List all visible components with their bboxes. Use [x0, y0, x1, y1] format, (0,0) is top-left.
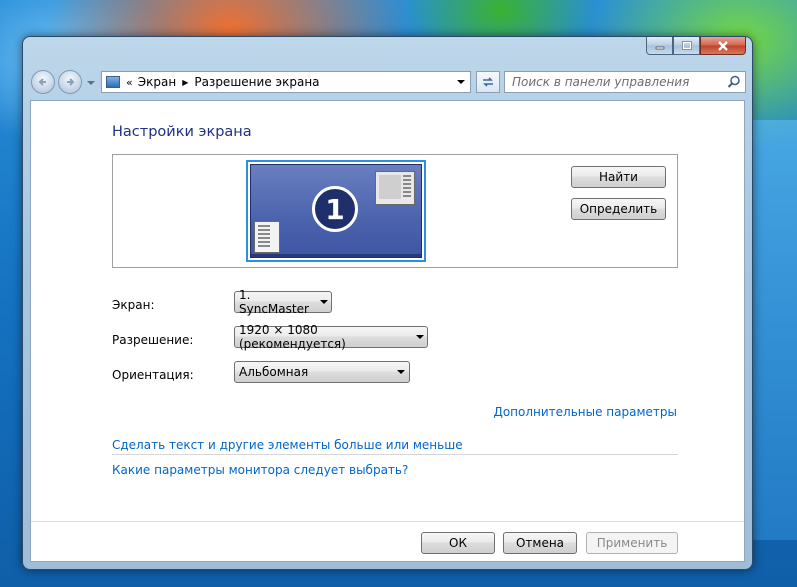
display-label: Экран: [112, 298, 155, 312]
window-thumbnail [375, 171, 415, 205]
ok-button[interactable]: ОК [421, 532, 495, 554]
caption-buttons [646, 37, 746, 55]
search-input[interactable] [512, 75, 712, 89]
minimize-icon [655, 46, 664, 49]
monitor-1-thumbnail[interactable]: 1 [246, 160, 426, 262]
resolution-select[interactable]: 1920 × 1080 (рекомендуется) [234, 323, 428, 351]
forward-button[interactable] [58, 70, 82, 94]
close-icon [718, 40, 728, 51]
breadcrumb-item-display[interactable]: Экран [138, 75, 176, 89]
breadcrumb-overflow-icon[interactable]: « [126, 76, 133, 89]
close-button[interactable] [700, 37, 746, 55]
content-pane: Настройки экрана 1 Найти Определить Экра… [30, 100, 745, 562]
apply-button[interactable]: Применить [586, 532, 678, 554]
monitor-screen: 1 [250, 164, 422, 258]
maximize-icon [681, 41, 692, 50]
breadcrumb-separator-icon[interactable]: ▶ [182, 78, 188, 87]
forward-arrow-icon [67, 78, 75, 86]
display-select[interactable]: 1. SyncMaster [234, 288, 332, 316]
search-box[interactable] [504, 71, 746, 93]
cancel-button[interactable]: Отмена [503, 532, 577, 554]
identify-button[interactable]: Определить [571, 198, 666, 220]
chevron-down-icon [87, 80, 95, 85]
footer-divider [31, 521, 744, 522]
back-arrow-icon [38, 78, 46, 86]
maximize-button[interactable] [673, 37, 700, 55]
address-bar[interactable]: « Экран ▶ Разрешение экрана [101, 71, 471, 93]
orientation-select[interactable]: Альбомная [234, 361, 410, 383]
back-button[interactable] [31, 70, 55, 94]
chevron-down-icon [457, 80, 465, 84]
refresh-icon [483, 77, 493, 87]
display-select-value: 1. SyncMaster [239, 288, 309, 316]
navigation-bar: « Экран ▶ Разрешение экрана [31, 70, 746, 96]
refresh-button[interactable] [476, 71, 500, 93]
recent-pages-dropdown[interactable] [86, 78, 96, 88]
advanced-settings-link[interactable]: Дополнительные параметры [493, 405, 677, 419]
chevron-down-icon [397, 370, 405, 374]
find-button[interactable]: Найти [571, 166, 666, 188]
text-size-link[interactable]: Сделать текст и другие элементы больше и… [112, 438, 463, 452]
address-dropdown[interactable] [452, 72, 470, 92]
breadcrumb-item-screen-resolution[interactable]: Разрешение экрана [194, 75, 319, 89]
minimize-button[interactable] [646, 37, 673, 55]
display-control-panel-icon [106, 76, 120, 88]
monitor-help-link[interactable]: Какие параметры монитора следует выбрать… [112, 463, 408, 477]
chevron-down-icon [415, 335, 424, 339]
chevron-down-icon [319, 300, 328, 304]
window-thumbnail [254, 221, 280, 253]
taskbar-thumbnail [251, 254, 421, 257]
monitor-number-badge: 1 [312, 186, 358, 232]
search-icon[interactable] [727, 75, 741, 89]
display-preview-area: 1 Найти Определить [112, 154, 678, 268]
page-title: Настройки экрана [112, 124, 252, 140]
divider [112, 454, 678, 455]
resolution-select-value: 1920 × 1080 (рекомендуется) [239, 323, 346, 351]
orientation-select-value: Альбомная [239, 365, 309, 379]
orientation-label: Ориентация: [112, 368, 194, 382]
screen-resolution-window: « Экран ▶ Разрешение экрана Настройки эк… [22, 36, 753, 570]
resolution-label: Разрешение: [112, 333, 194, 347]
